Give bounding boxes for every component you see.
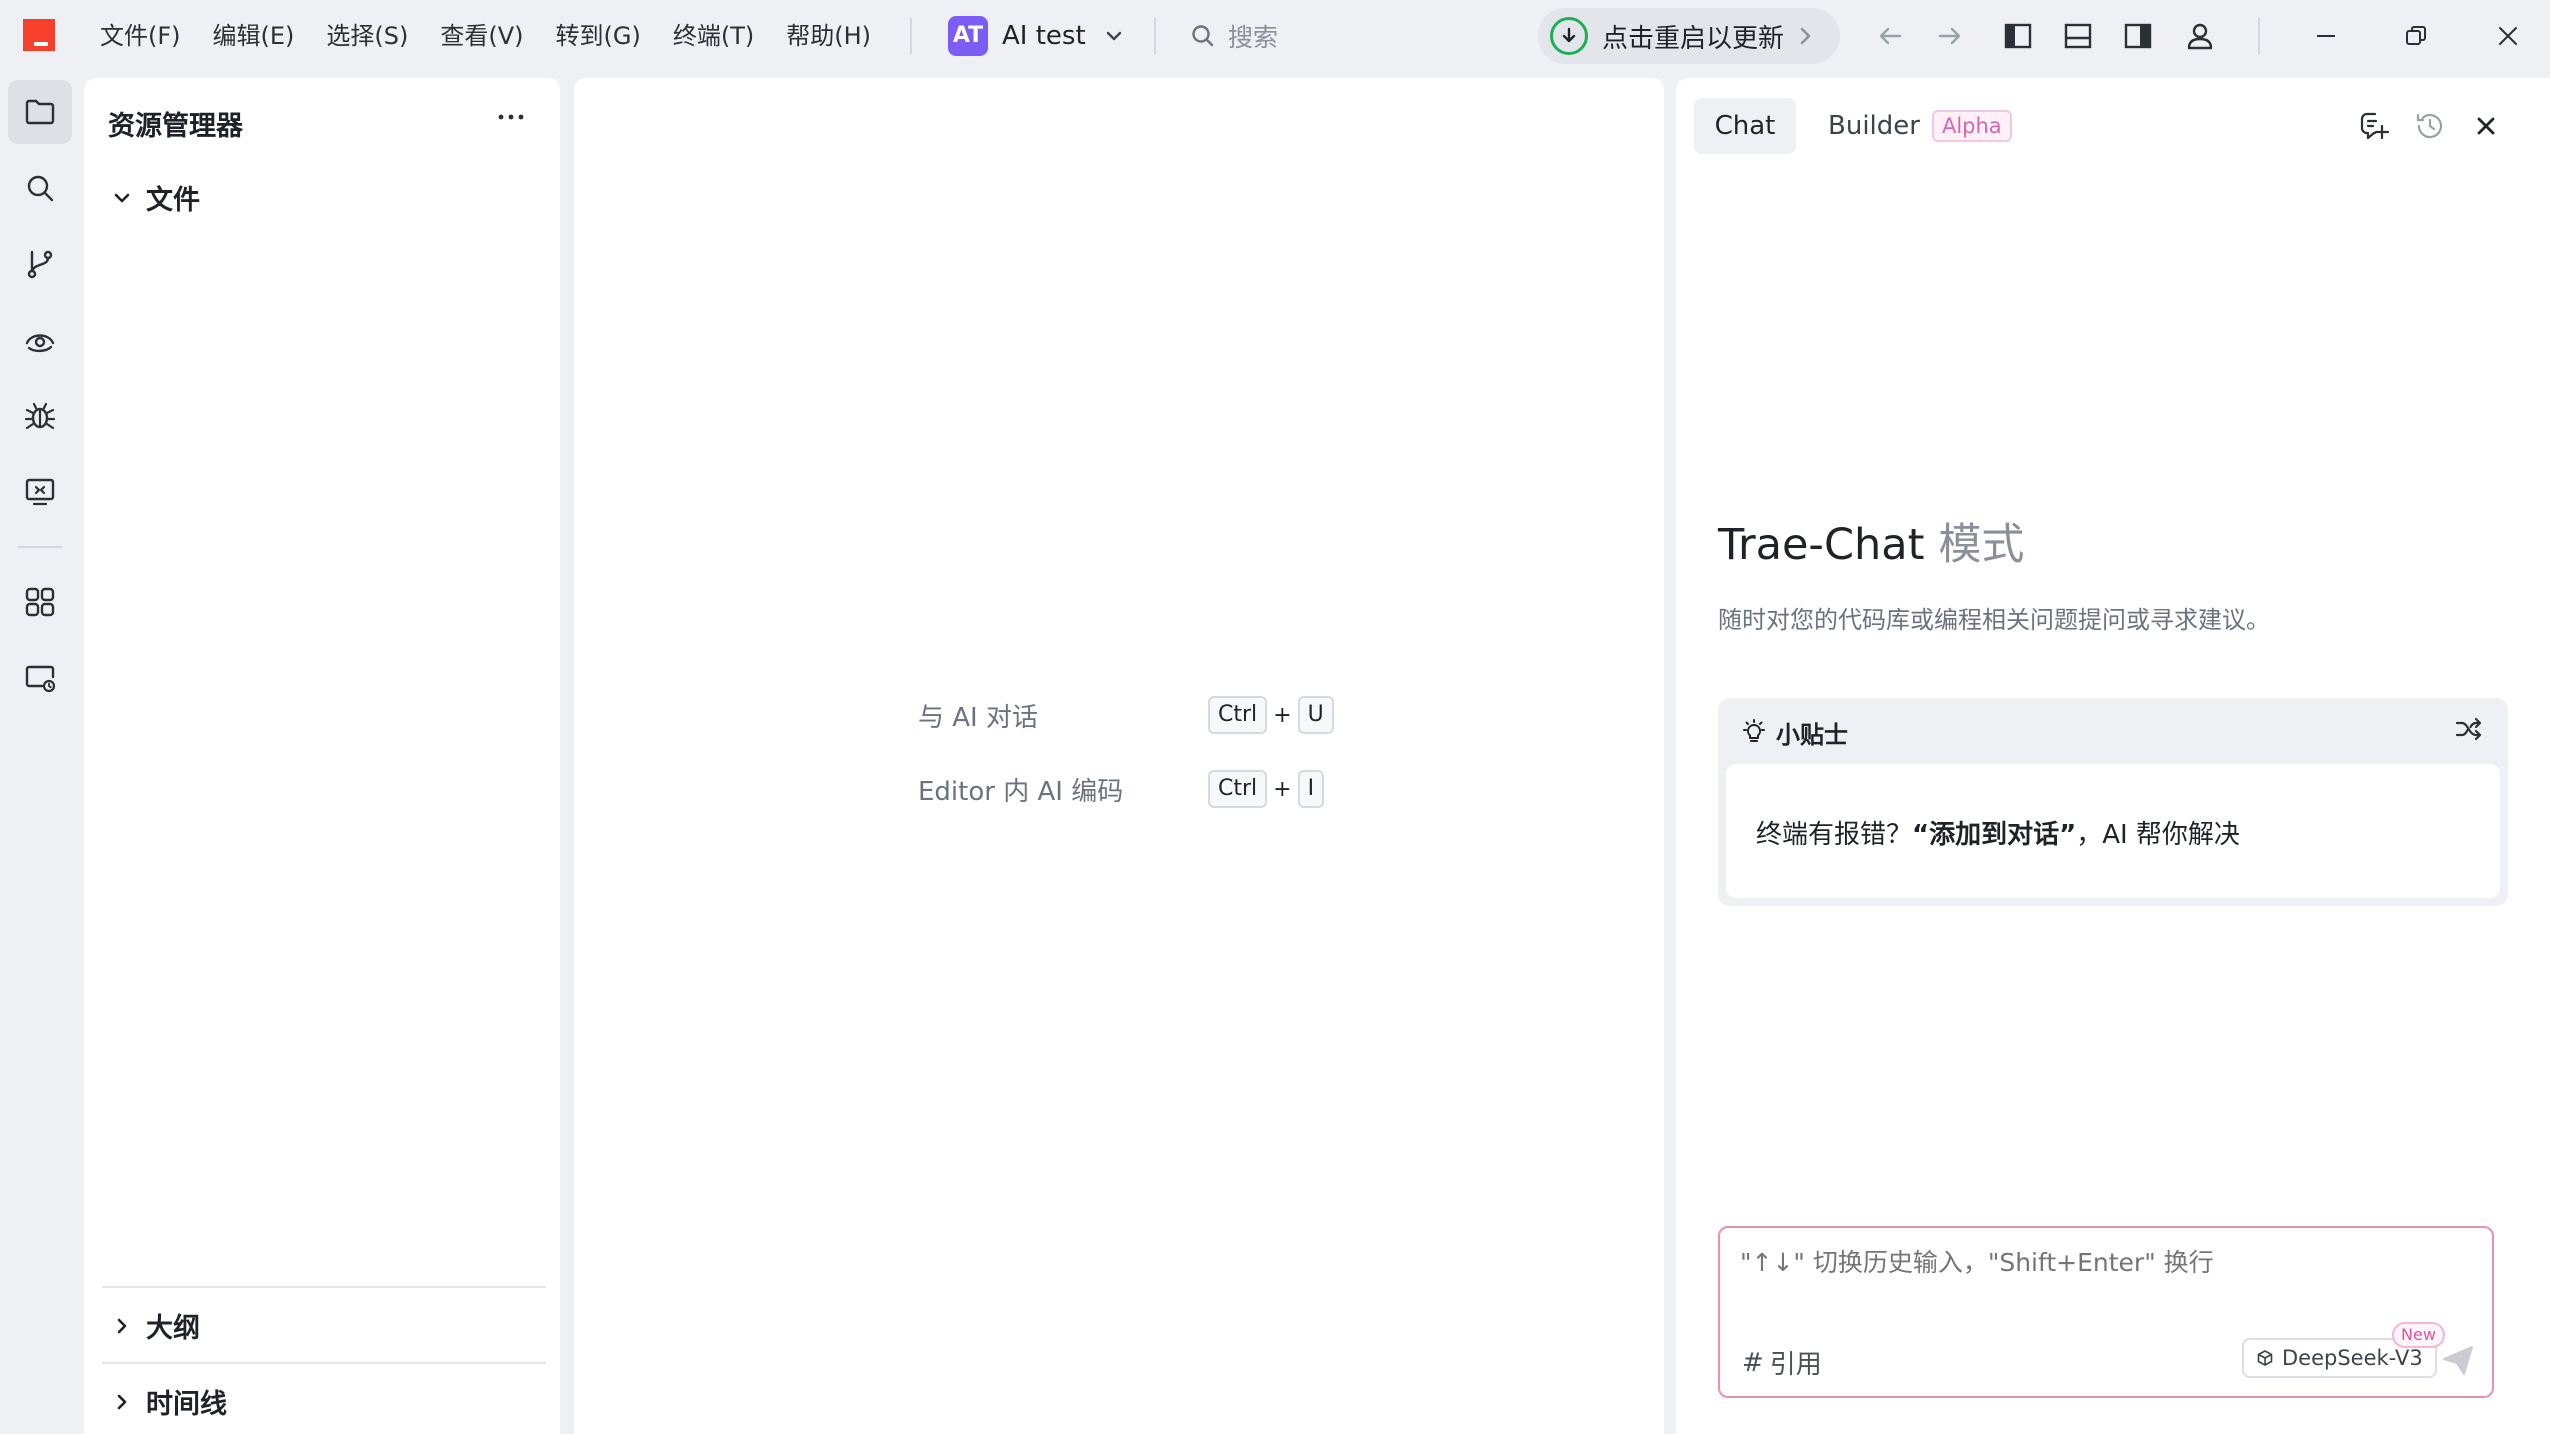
activity-bar: [0, 72, 80, 1434]
send-icon[interactable]: [2440, 1342, 2476, 1378]
menu-help[interactable]: 帮助(H): [770, 14, 887, 58]
download-icon: [1550, 17, 1588, 55]
alpha-badge: Alpha: [1931, 110, 2012, 142]
history-icon[interactable]: [2410, 106, 2450, 146]
update-label: 点击重启以更新: [1602, 23, 1785, 54]
reference-label: 引用: [1769, 1350, 1822, 1380]
reference-button[interactable]: # 引用: [1742, 1344, 1822, 1381]
chat-panel: Chat Builder Alpha Trae-Chat 模式 随时对您的代码库或…: [1676, 78, 2550, 1434]
menu-bar: 文件(F) 编辑(E) 选择(S) 查看(V) 转到(G) 终端(T) 帮助(H…: [84, 0, 887, 72]
tips-text: 终端有报错？“添加到对话”，AI 帮你解决: [1756, 814, 2240, 851]
menu-selection[interactable]: 选择(S): [310, 14, 424, 58]
section-divider: [102, 1362, 546, 1364]
account-icon[interactable]: [2180, 16, 2220, 56]
outline-section-label: 大纲: [146, 1313, 200, 1344]
mode-description: 随时对您的代码库或编程相关问题提问或寻求建议。: [1718, 606, 2270, 634]
hint-label: 与 AI 对话: [918, 702, 1038, 733]
mode-title-main: Trae-Chat: [1718, 520, 1925, 570]
minimize-icon[interactable]: [2306, 16, 2346, 56]
tips-text-after: ，AI 帮你解决: [2076, 820, 2240, 850]
titlebar-divider: [1154, 18, 1156, 54]
titlebar-divider: [2258, 18, 2260, 54]
project-switcher[interactable]: AT AI test: [948, 16, 1124, 56]
chevron-down-icon: [114, 193, 130, 202]
titlebar-divider: [910, 18, 912, 54]
explorer-title: 资源管理器: [108, 111, 243, 142]
search-icon: [1190, 23, 1216, 49]
menu-view[interactable]: 查看(V): [424, 14, 539, 58]
chevron-right-icon: [1798, 25, 1814, 47]
menu-edit[interactable]: 编辑(E): [197, 14, 311, 58]
toggle-secondary-sidebar-icon[interactable]: [2118, 16, 2158, 56]
title-bar: 文件(F) 编辑(E) 选择(S) 查看(V) 转到(G) 终端(T) 帮助(H…: [0, 0, 2550, 72]
search-placeholder: 搜索: [1228, 23, 1279, 52]
plus-sign: +: [1273, 702, 1292, 728]
debug-icon[interactable]: [8, 384, 72, 448]
lightbulb-icon: [1743, 719, 1765, 742]
project-badge: AT: [948, 16, 988, 56]
explorer-icon[interactable]: [8, 80, 72, 144]
source-control-icon[interactable]: [8, 232, 72, 296]
tab-builder[interactable]: Builder Alpha: [1828, 98, 2012, 154]
editor-area: 与 AI 对话 Ctrl + U Editor 内 AI 编码 Ctrl + I: [574, 78, 1664, 1434]
chevron-down-icon: [1104, 26, 1124, 46]
outline-section-header[interactable]: 大纲: [112, 1306, 200, 1345]
app-logo: [23, 19, 55, 51]
key-u: U: [1297, 696, 1334, 734]
cube-icon: [2257, 1350, 2273, 1366]
hint-label: Editor 内 AI 编码: [918, 776, 1124, 807]
tips-body: 终端有报错？“添加到对话”，AI 帮你解决: [1726, 764, 2500, 898]
plus-sign: +: [1273, 776, 1292, 802]
mode-title-sub: 模式: [1938, 520, 2025, 570]
chat-input-box: # 引用 DeepSeek-V3 New: [1718, 1226, 2494, 1398]
chat-input[interactable]: [1740, 1248, 2440, 1277]
files-section-label: 文件: [146, 185, 200, 216]
key-ctrl: Ctrl: [1208, 770, 1268, 808]
hash-icon: #: [1742, 1347, 1764, 1378]
timeline-section-header[interactable]: 时间线: [112, 1382, 227, 1421]
tips-header: 小贴士: [1740, 712, 1848, 752]
chevron-right-icon: [117, 1394, 127, 1409]
more-actions-icon[interactable]: [494, 100, 528, 134]
close-panel-icon[interactable]: [2466, 106, 2506, 146]
ai-vision-icon[interactable]: [8, 308, 72, 372]
close-window-icon[interactable]: [2488, 16, 2528, 56]
tips-card: 小贴士 终端有报错？“添加到对话”，AI 帮你解决: [1718, 698, 2508, 906]
explorer-sidebar: 资源管理器 文件 大纲 时间线: [84, 78, 560, 1434]
toggle-panel-icon[interactable]: [2058, 16, 2098, 56]
menu-terminal[interactable]: 终端(T): [657, 14, 770, 58]
extensions-icon[interactable]: [8, 570, 72, 634]
chevron-right-icon: [117, 1318, 127, 1333]
tips-title: 小贴士: [1776, 720, 1848, 749]
new-badge: New: [2392, 1322, 2445, 1348]
files-section-header[interactable]: 文件: [112, 178, 200, 217]
remote-monitor-icon[interactable]: [8, 646, 72, 710]
restart-update-button[interactable]: 点击重启以更新: [1538, 8, 1840, 64]
model-name: DeepSeek-V3: [2282, 1346, 2423, 1370]
project-name: AI test: [1002, 21, 1086, 51]
command-search[interactable]: 搜索: [1190, 16, 1278, 56]
forward-arrow-icon[interactable]: [1930, 16, 1970, 56]
menu-go[interactable]: 转到(G): [540, 14, 657, 58]
shuffle-icon[interactable]: [2454, 714, 2484, 744]
menu-file[interactable]: 文件(F): [84, 14, 197, 58]
key-ctrl: Ctrl: [1208, 696, 1268, 734]
key-i: I: [1297, 770, 1325, 808]
timeline-section-label: 时间线: [146, 1389, 227, 1420]
activity-bar-divider: [18, 546, 62, 548]
mode-title: Trae-Chat 模式: [1718, 510, 2024, 572]
tips-text-bold: “添加到对话”: [1912, 820, 2077, 850]
chat-shortcut-hint: 与 AI 对话 Ctrl + U: [918, 696, 1334, 734]
remote-explorer-icon[interactable]: [8, 460, 72, 524]
restore-icon[interactable]: [2396, 16, 2436, 56]
section-divider: [102, 1286, 546, 1288]
inline-ai-shortcut-hint: Editor 内 AI 编码 Ctrl + I: [918, 770, 1325, 808]
tips-text-before: 终端有报错？: [1756, 820, 1913, 850]
tab-chat[interactable]: Chat: [1694, 98, 1796, 154]
new-chat-icon[interactable]: [2354, 106, 2394, 146]
search-icon[interactable]: [8, 156, 72, 220]
back-arrow-icon[interactable]: [1870, 16, 1910, 56]
toggle-sidebar-icon[interactable]: [1998, 16, 2038, 56]
tab-builder-label: Builder: [1828, 111, 1920, 141]
